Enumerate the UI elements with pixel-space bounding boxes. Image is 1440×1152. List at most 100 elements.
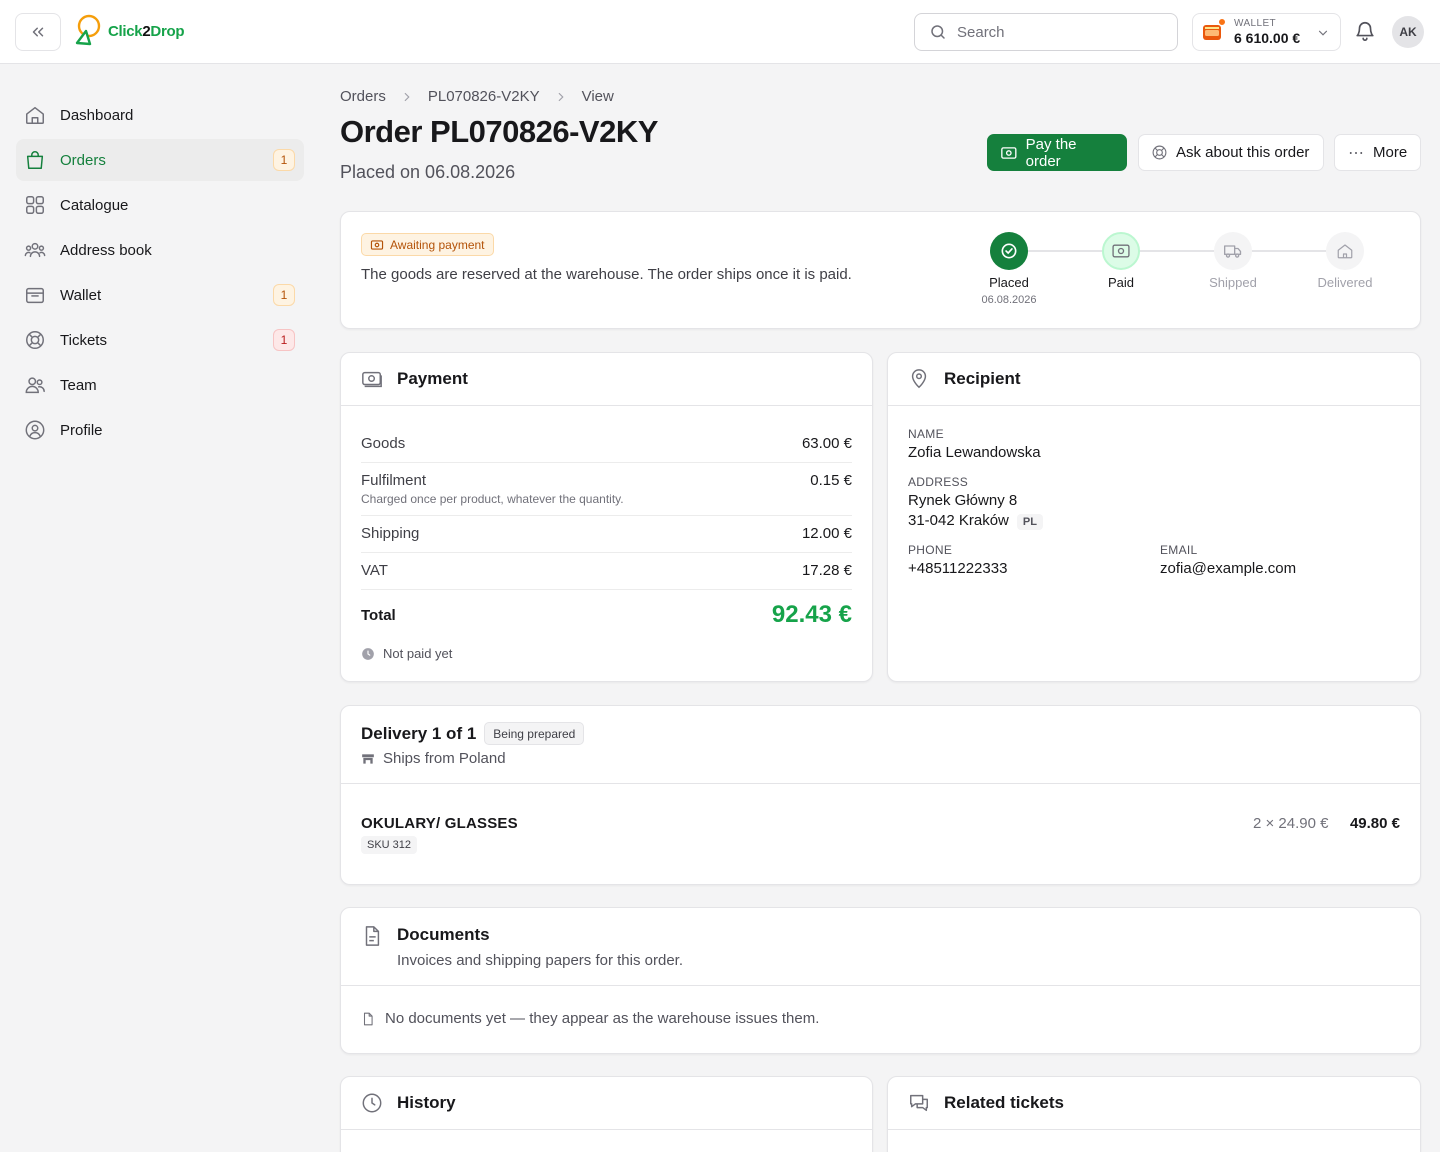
sidebar-item-profile[interactable]: Profile xyxy=(16,409,304,451)
grid-icon xyxy=(24,194,46,216)
avatar[interactable]: AK xyxy=(1392,16,1424,48)
payment-row-value: 17.28 € xyxy=(801,562,852,579)
breadcrumb-current: View xyxy=(581,88,614,105)
product-name: OKULARY/ GLASSES xyxy=(361,815,518,832)
documents-empty-state: No documents yet — they appear as the wa… xyxy=(361,1010,819,1027)
ask-about-order-label: Ask about this order xyxy=(1176,144,1310,161)
documents-subtitle: Invoices and shipping papers for this or… xyxy=(397,952,684,969)
page-subtitle: Placed on 06.08.2026 xyxy=(340,162,516,182)
search-icon xyxy=(931,25,945,39)
step-label: Shipped xyxy=(1209,275,1257,290)
sidebar-item-dashboard[interactable]: Dashboard xyxy=(16,94,304,136)
banknote-icon xyxy=(1001,146,1017,159)
sidebar-item-team[interactable]: Team xyxy=(16,364,304,406)
logo-icon xyxy=(75,14,101,46)
payment-card: Payment Goods 63.00 € Fulfilment Charged… xyxy=(340,352,873,682)
warehouse-icon xyxy=(362,753,374,764)
breadcrumb-order-link[interactable]: PL070826-V2KY xyxy=(428,88,540,105)
step-delivered: Delivered xyxy=(1300,232,1390,290)
user-circle-icon xyxy=(24,419,46,441)
payment-row-label: Fulfilment xyxy=(361,472,427,489)
more-label: More xyxy=(1373,144,1408,161)
pay-order-label: Pay the order xyxy=(1025,135,1077,170)
documents-title: Documents xyxy=(397,925,490,944)
map-pin-icon xyxy=(911,369,927,389)
search-input[interactable] xyxy=(957,23,1157,41)
pay-order-button[interactable]: Pay the order xyxy=(987,134,1127,171)
sidebar: Dashboard Orders 1 Catalogue Address boo… xyxy=(16,94,304,454)
file-icon xyxy=(363,1012,373,1025)
sidebar-item-label: Orders xyxy=(60,151,106,169)
ellipsis-icon xyxy=(1349,151,1363,154)
wallet-label: WALLET xyxy=(1234,17,1277,29)
recipient-card: Recipient NAME Zofia Lewandowska ADDRESS… xyxy=(887,352,1421,682)
name-label: NAME xyxy=(908,427,944,441)
delivery-title-row: Delivery 1 of 1 Being prepared xyxy=(361,722,585,745)
chevrons-left-icon xyxy=(32,27,44,37)
logo[interactable]: Click2Drop xyxy=(72,13,185,49)
recipient-title: Recipient xyxy=(944,369,1021,388)
product-sku: SKU 312 xyxy=(361,836,418,854)
step-label: Placed xyxy=(989,275,1029,290)
step-placed: Placed 06.08.2026 xyxy=(964,232,1054,306)
sidebar-item-catalogue[interactable]: Catalogue xyxy=(16,184,304,226)
payment-header: Payment xyxy=(341,353,872,406)
clock-icon xyxy=(362,647,374,660)
bell-icon xyxy=(1356,22,1374,41)
country-badge: PL xyxy=(1016,514,1043,530)
sidebar-item-label: Dashboard xyxy=(60,106,134,124)
collapse-sidebar-button[interactable] xyxy=(15,13,61,51)
home-icon xyxy=(24,104,46,126)
more-button[interactable]: More xyxy=(1334,134,1421,171)
orders-count-badge: 1 xyxy=(273,149,295,171)
total-value: 92.43 € xyxy=(771,601,852,628)
recipient-header: Recipient xyxy=(888,353,1420,406)
order-status-card: Awaiting payment The goods are reserved … xyxy=(340,211,1421,329)
sidebar-item-label: Catalogue xyxy=(60,196,129,214)
search-box[interactable] xyxy=(914,13,1178,51)
notifications-button[interactable] xyxy=(1354,20,1376,42)
top-bar: Click2Drop WALLET 6 610.00 € AK xyxy=(0,0,1440,64)
sidebar-item-label: Profile xyxy=(60,421,103,439)
history-header: History xyxy=(341,1077,872,1130)
step-paid: Paid xyxy=(1076,232,1166,290)
delivery-card: Delivery 1 of 1 Being prepared Ships fro… xyxy=(340,705,1421,885)
wallet-icon xyxy=(24,284,46,306)
payment-row-goods: Goods 63.00 € xyxy=(361,435,852,463)
shopping-bag-icon xyxy=(24,149,46,171)
phone-label: PHONE xyxy=(908,543,953,557)
related-tickets-header: Related tickets xyxy=(888,1077,1420,1130)
address-label: ADDRESS xyxy=(908,475,969,489)
breadcrumb-orders-link[interactable]: Orders xyxy=(340,88,386,105)
chevron-down-icon xyxy=(1318,30,1328,36)
home-icon xyxy=(1326,232,1364,270)
banknote-icon xyxy=(370,239,384,250)
payment-row-value: 12.00 € xyxy=(801,525,852,542)
wallet-icon xyxy=(1202,18,1226,42)
recipient-phone[interactable]: +48511222333 xyxy=(908,560,1007,577)
payment-total-row: Total 92.43 € xyxy=(361,601,852,629)
sidebar-item-label: Wallet xyxy=(60,286,102,304)
wallet-dropdown[interactable]: WALLET 6 610.00 € xyxy=(1192,13,1341,51)
delivery-title: Delivery 1 of 1 xyxy=(361,723,477,743)
payment-status: Not paid yet xyxy=(361,646,452,661)
sidebar-item-orders[interactable]: Orders 1 xyxy=(16,139,304,181)
ask-about-order-button[interactable]: Ask about this order xyxy=(1138,134,1324,171)
truck-icon xyxy=(1214,232,1252,270)
sidebar-item-label: Address book xyxy=(60,241,152,259)
payment-row-value: 0.15 € xyxy=(810,472,852,489)
payment-title: Payment xyxy=(397,369,468,388)
payment-row-shipping: Shipping 12.00 € xyxy=(361,525,852,553)
sidebar-item-tickets[interactable]: Tickets 1 xyxy=(16,319,304,361)
payment-row-label: VAT xyxy=(361,562,388,579)
total-label: Total xyxy=(361,606,396,624)
wallet-notification-dot xyxy=(1218,18,1226,26)
sidebar-item-address-book[interactable]: Address book xyxy=(16,229,304,271)
recipient-email[interactable]: zofia@example.com xyxy=(1160,560,1296,577)
document-icon xyxy=(365,926,380,946)
product-line-total: 49.80 € xyxy=(1349,815,1400,832)
check-circle-icon xyxy=(990,232,1028,270)
delivery-status-badge: Being prepared xyxy=(484,722,585,745)
documents-empty-text: No documents yet — they appear as the wa… xyxy=(385,1010,820,1027)
sidebar-item-wallet[interactable]: Wallet 1 xyxy=(16,274,304,316)
